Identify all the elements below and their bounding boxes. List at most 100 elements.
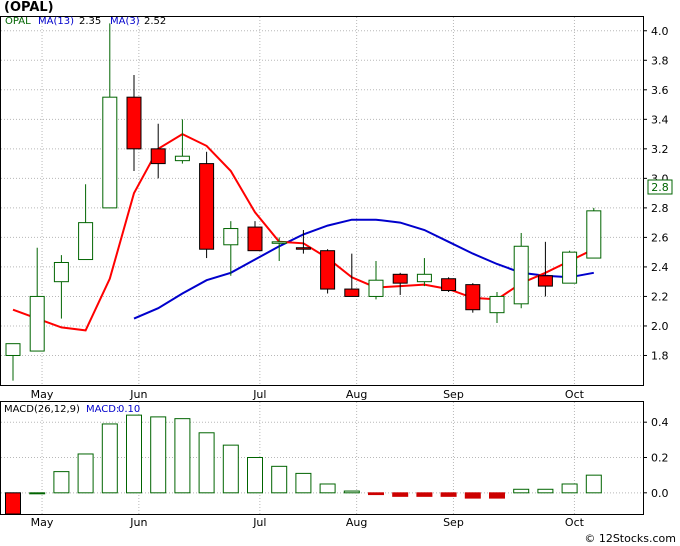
price-x-axis: May Jun Jul Aug Sep Oct [31,388,585,401]
macd-bar-positive [53,471,70,494]
legend-ma3-value: 2.52 [144,16,166,27]
price-month-label: May [31,388,54,401]
macd-bar-positive [319,483,336,494]
macd-bar-negative [416,492,433,497]
candle-body [489,295,505,314]
macd-tick-label: 0.2 [651,452,669,465]
price-tick-label: 3.8 [651,54,669,67]
price-tick-label: 3.4 [651,113,669,126]
candle-body [586,210,602,259]
candle-up [586,207,602,259]
macd-bar-positive [537,488,554,494]
legend-ma3-label: MA(3) [110,16,140,27]
footer-credit: © 12Stocks.com [584,532,676,545]
macd-tick-label: 0.4 [651,416,669,429]
price-tick-label: 2.2 [651,290,669,303]
macd-legend-macd-value: 0.10 [118,404,140,415]
candle-body [295,247,311,250]
candle-body [513,245,529,305]
price-panel: 1.82.02.22.42.62.83.03.23.43.63.84.0 OPA… [0,16,673,386]
stock-chart: 1.82.02.22.42.62.83.03.23.43.63.84.0 OPA… [0,16,673,529]
price-month-label: Jun [129,388,147,401]
candle-body [271,241,287,244]
price-month-label: Sep [443,388,464,401]
macd-bar-positive [295,472,312,494]
macd-month-label: May [31,516,54,529]
legend-ma13-label: MA(13) [38,16,74,27]
candle-body [29,295,45,352]
candle-body [344,288,360,297]
last-price-marker: 2.8 [647,179,673,195]
macd-month-label: Jun [129,516,147,529]
candle-body [441,278,457,292]
macd-panel: 0.0 0.2 0.4 MACD(26,12,9) MACD: 0.10 [0,401,669,515]
macd-bar-positive [101,423,118,494]
macd-month-label: Oct [565,516,585,529]
price-tick-label: 3.2 [651,143,669,156]
macd-bar-positive [222,444,239,494]
candle-body [102,96,118,209]
candle-down [441,277,457,293]
candle-body [5,343,21,356]
price-month-label: Aug [346,388,367,401]
candle-body [320,250,336,290]
macd-y-axis: 0.0 0.2 0.4 [643,416,669,500]
macd-legend-label: MACD(26,12,9) [4,404,80,415]
candle-body [126,96,142,150]
price-tick-label: 2.8 [651,202,669,215]
price-tick-label: 2.4 [651,261,669,274]
macd-bar-negative [464,492,481,499]
candle-down [199,151,215,259]
macd-bar-positive [513,488,530,494]
macd-bar-positive [150,416,167,494]
legend-ma13-value: 2.35 [79,16,101,27]
macd-bar-negative [440,492,457,497]
price-tick-label: 3.6 [651,84,669,97]
macd-legend-macd-label: MACD: [86,404,119,415]
candle-body [199,163,215,250]
candle-body [537,275,553,287]
candle-body [416,273,432,283]
candle-body [392,273,408,284]
macd-tick-label: 0.0 [651,487,669,500]
price-tick-label: 1.8 [651,349,669,362]
last-price-label: 2.8 [651,181,669,194]
macd-bar-positive [126,414,142,494]
legend-symbol: OPAL [5,16,31,27]
candle-down [320,249,336,294]
macd-bar-negative [489,492,505,499]
macd-bar-positive [561,483,578,494]
candle-down [465,283,481,313]
macd-bar-negative [392,492,409,497]
macd-bar-positive [198,432,215,494]
macd-bar-positive [271,465,288,494]
candle-body [465,284,481,311]
macd-x-axis: May Jun Jul Aug Sep Oct [31,516,585,529]
price-tick-label: 2.6 [651,231,669,244]
price-month-label: Jul [252,388,266,401]
price-panel-frame [0,16,644,386]
macd-month-label: Jul [252,516,266,529]
candle-body [562,251,578,284]
price-tick-label: 2.0 [651,320,669,333]
macd-bar-positive [343,490,360,494]
macd-bar-positive [247,457,263,494]
macd-bar-positive [77,453,94,494]
macd-bar-negative [368,492,384,496]
macd-legend: MACD(26,12,9) MACD: 0.10 [4,404,140,415]
price-month-label: Oct [565,388,585,401]
candle-body [174,155,190,162]
candle-body [368,279,384,297]
macd-bar-positive [29,492,46,495]
candle-up [562,250,578,284]
macd-bar-negative [5,492,21,515]
candle-body [150,148,166,165]
candle-body [247,226,263,252]
macd-month-label: Aug [346,516,367,529]
macd-month-label: Sep [443,516,464,529]
candle-body [53,261,69,283]
candle-body [223,228,239,246]
candle-body [78,222,94,261]
macd-bar-positive [585,474,602,494]
macd-bar-positive [174,418,191,494]
